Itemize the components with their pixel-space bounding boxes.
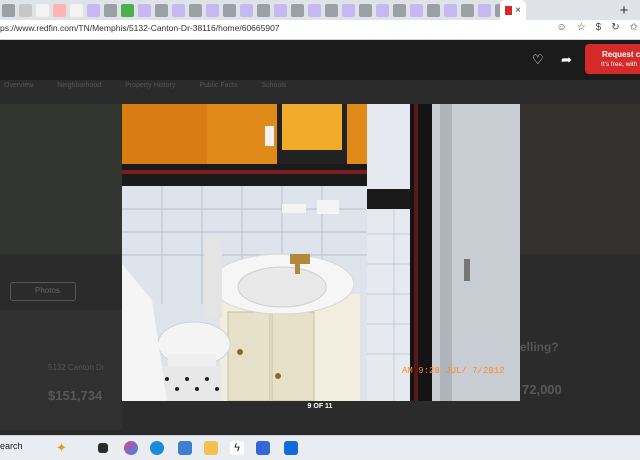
request-showing-button[interactable]: Request c It's free, with — [585, 44, 640, 74]
tab-favicon[interactable] — [410, 3, 423, 17]
address-snippet: 5132 Canton Dr — [48, 363, 105, 372]
copilot-icon[interactable] — [124, 441, 138, 455]
nav-item: Public Facts — [199, 82, 238, 89]
tab-favicon[interactable] — [223, 3, 236, 17]
extension-icon[interactable]: ☺ — [556, 22, 566, 33]
tab-favicon[interactable] — [444, 3, 457, 17]
nav-item: Neighborhood — [57, 82, 102, 89]
selling-price: 72,000 — [522, 382, 562, 397]
tab-favicon[interactable] — [189, 3, 202, 17]
tab-favicon[interactable] — [342, 3, 355, 17]
browser-tab-strip — [0, 0, 640, 20]
task-view-icon[interactable] — [98, 443, 108, 453]
tab-favicon[interactable] — [427, 3, 440, 17]
tab-favicon[interactable] — [393, 3, 406, 17]
tab-favicon[interactable] — [325, 3, 338, 17]
photos-button: Photos — [10, 282, 76, 301]
bookmark-star-icon[interactable]: ☆ — [577, 22, 586, 33]
address-bar[interactable]: ps://www.redfin.com/TN/Memphis/5132-Cant… — [0, 20, 640, 40]
tab-favicon[interactable] — [121, 3, 134, 17]
request-button-label: Request c — [602, 50, 640, 59]
tab-favicon[interactable] — [376, 3, 389, 17]
listing-photo[interactable]: AM 9:28 JUL/ 7/2012 — [122, 104, 520, 401]
tab-favicon[interactable] — [70, 3, 83, 17]
nav-item: Overview — [4, 82, 34, 89]
active-tab[interactable]: × — [500, 0, 526, 20]
tab-favicon[interactable] — [291, 3, 304, 17]
background-hero-image — [0, 104, 122, 254]
tab-favicon[interactable] — [138, 3, 151, 17]
tab-favicon[interactable] — [36, 3, 49, 17]
close-tab-icon[interactable]: × — [515, 5, 521, 16]
search-highlight-icon[interactable]: ✦ — [56, 440, 67, 456]
selling-heading: elling? — [520, 340, 559, 354]
tab-favicon[interactable] — [206, 3, 219, 17]
nav-item: Schools — [261, 82, 287, 89]
redfin-favicon-icon — [505, 5, 513, 15]
tab-favicon[interactable] — [104, 3, 117, 17]
tab-favicon[interactable] — [308, 3, 321, 17]
dropbox-icon[interactable] — [284, 441, 298, 455]
tab-favicon[interactable] — [274, 3, 287, 17]
request-button-sublabel: It's free, with — [601, 61, 638, 68]
edge-browser-icon[interactable] — [150, 441, 164, 455]
refresh-extension-icon[interactable]: ↻ — [611, 22, 619, 33]
taskbar-search-label[interactable]: earch — [0, 441, 23, 451]
calculator-icon[interactable] — [256, 441, 270, 455]
photos-button-label: Photos — [35, 286, 60, 295]
photo-counter: 9 OF 11 — [307, 403, 333, 410]
site-header: ♡ ➦ — [0, 40, 640, 80]
address-bar-actions: ☺ ☆ $ ↻ ✩ — [556, 22, 638, 33]
tab-favicon[interactable] — [53, 3, 66, 17]
nav-item: Property History — [125, 82, 176, 89]
favorites-icon[interactable]: ✩ — [630, 22, 638, 33]
tab-favicon[interactable] — [257, 3, 270, 17]
new-tab-button[interactable]: + — [614, 0, 634, 20]
dollar-extension-icon[interactable]: $ — [596, 22, 602, 33]
tab-favicon[interactable] — [240, 3, 253, 17]
tab-favicon[interactable] — [2, 3, 15, 17]
photos-app-icon[interactable] — [178, 441, 192, 455]
share-icon[interactable]: ➦ — [561, 52, 572, 68]
bathroom-photo-image — [122, 104, 520, 401]
windows-taskbar: earch ✦ ϟ — [0, 435, 640, 460]
tab-favicon[interactable] — [461, 3, 474, 17]
background-side-image — [520, 104, 640, 254]
file-explorer-icon[interactable] — [204, 441, 218, 455]
favorite-heart-icon[interactable]: ♡ — [532, 52, 544, 68]
tab-favicon[interactable] — [155, 3, 168, 17]
tab-favicon[interactable] — [359, 3, 372, 17]
tab-favicon[interactable] — [172, 3, 185, 17]
photo-timestamp: AM 9:28 JUL/ 7/2012 — [402, 366, 505, 376]
background-nav: Overview Neighborhood Property History P… — [0, 82, 286, 89]
price-snippet: $151,734 — [48, 388, 103, 403]
url-text[interactable]: ps://www.redfin.com/TN/Memphis/5132-Cant… — [0, 23, 280, 33]
app-icon[interactable]: ϟ — [230, 441, 244, 455]
tab-favicon[interactable] — [478, 3, 491, 17]
tab-favicon[interactable] — [19, 3, 32, 17]
tab-favicon[interactable] — [87, 3, 100, 17]
